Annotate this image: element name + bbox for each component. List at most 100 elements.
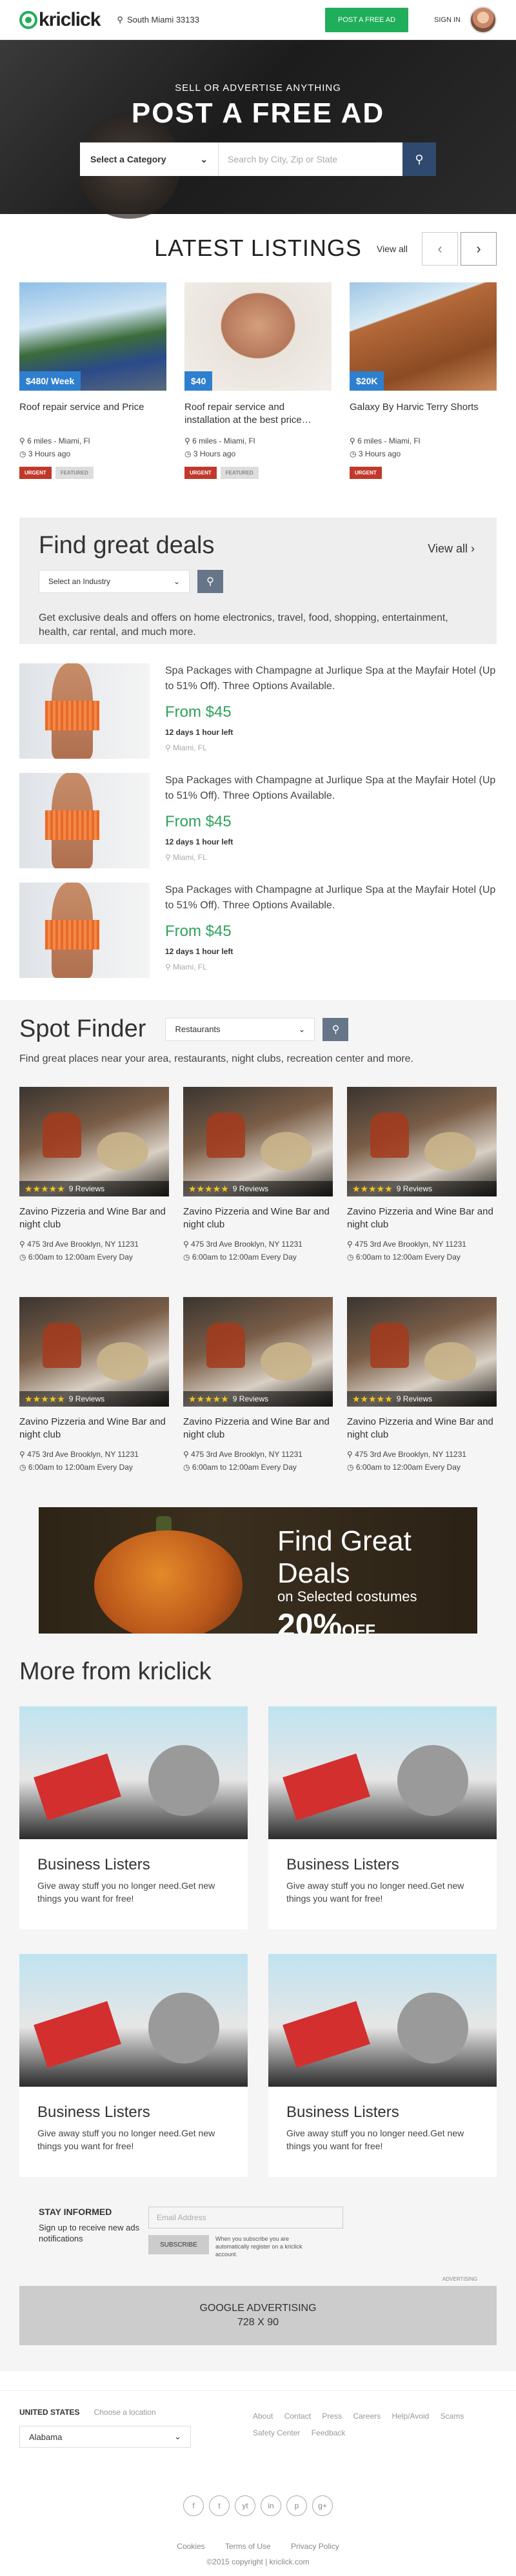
place-image: ★★★★★ 9 Reviews bbox=[19, 1087, 169, 1196]
footer-link-contact[interactable]: Contact bbox=[284, 2412, 311, 2421]
state-select[interactable]: Alabama ⌄ bbox=[19, 2426, 191, 2448]
business-card[interactable]: Business Listers Give away stuff you no … bbox=[268, 1706, 497, 1929]
deal-item[interactable]: Spa Packages with Champagne at Jurlique … bbox=[19, 663, 497, 759]
subscribe-button[interactable]: SUBSCRIBE bbox=[148, 2235, 209, 2254]
place-address: 475 3rd Ave Brooklyn, NY 11231 bbox=[191, 1240, 303, 1249]
email-field[interactable]: Email Address bbox=[148, 2207, 343, 2229]
location-selector[interactable]: ⚲ South Miami 33133 bbox=[117, 15, 199, 25]
industry-select[interactable]: Select an Industry ⌄ bbox=[39, 570, 190, 593]
linkedin-icon[interactable]: in bbox=[261, 2495, 281, 2516]
place-name[interactable]: Zavino Pizzeria and Wine Bar and night c… bbox=[183, 1416, 333, 1441]
deal-info: Spa Packages with Champagne at Jurlique … bbox=[165, 883, 497, 978]
listing-title[interactable]: Galaxy By Harvic Terry Shorts bbox=[350, 401, 497, 427]
deal-price: From $45 bbox=[165, 813, 232, 830]
place-address: 475 3rd Ave Brooklyn, NY 11231 bbox=[27, 1240, 139, 1249]
place-hours: 6:00am to 12:00am Every Day bbox=[28, 1463, 133, 1472]
choose-location-link[interactable]: Choose a location bbox=[94, 2408, 156, 2417]
newsletter-title: STAY INFORMED bbox=[39, 2207, 112, 2217]
footer-link-safety[interactable]: Safety Center bbox=[253, 2428, 300, 2437]
star-rating-icon: ★★★★★ bbox=[352, 1183, 393, 1194]
pinterest-icon[interactable]: p bbox=[286, 2495, 307, 2516]
place-card[interactable]: ★★★★★ 9 Reviews Zavino Pizzeria and Wine … bbox=[19, 1087, 169, 1264]
deal-title[interactable]: Spa Packages with Champagne at Jurlique … bbox=[165, 773, 497, 804]
listing-title[interactable]: Roof repair service and installation at … bbox=[184, 401, 332, 427]
place-review-count: 9 Reviews bbox=[68, 1184, 105, 1193]
place-name[interactable]: Zavino Pizzeria and Wine Bar and night c… bbox=[19, 1416, 169, 1441]
site-footer: UNITED STATES Choose a location Alabama … bbox=[0, 2390, 516, 2576]
prev-arrow-button[interactable]: ‹ bbox=[422, 232, 458, 266]
deal-price: From $45 bbox=[165, 703, 232, 721]
latest-view-all-link[interactable]: View all bbox=[377, 244, 408, 254]
business-title[interactable]: Business Listers bbox=[286, 1856, 479, 1874]
deal-item[interactable]: Spa Packages with Champagne at Jurlique … bbox=[19, 883, 497, 978]
chevron-right-icon: › bbox=[471, 542, 475, 555]
spot-finder-header: Spot Finder Restaurants ⌄ ⚲ bbox=[19, 1015, 497, 1043]
logo[interactable]: kriclick bbox=[19, 9, 101, 31]
listing-card[interactable]: $40 Roof repair service and installation… bbox=[184, 282, 332, 479]
search-button[interactable]: ⚲ bbox=[402, 142, 436, 176]
clock-icon: ◷ bbox=[184, 449, 194, 458]
sign-in-link[interactable]: SIGN IN bbox=[434, 16, 461, 24]
spot-finder-section: Spot Finder Restaurants ⌄ ⚲ Find great p… bbox=[0, 1000, 516, 1654]
footer-link-about[interactable]: About bbox=[253, 2412, 273, 2421]
business-desc: Give away stuff you no longer need.Get n… bbox=[37, 1880, 215, 1904]
footer-link-press[interactable]: Press bbox=[322, 2412, 342, 2421]
ad-text: GOOGLE ADVERTISING bbox=[199, 2303, 317, 2314]
spot-search-button[interactable]: ⚲ bbox=[322, 1017, 349, 1041]
place-name[interactable]: Zavino Pizzeria and Wine Bar and night c… bbox=[183, 1205, 333, 1231]
footer-link-careers[interactable]: Careers bbox=[353, 2412, 381, 2421]
business-title[interactable]: Business Listers bbox=[286, 2103, 479, 2122]
terms-link[interactable]: Terms of Use bbox=[225, 2542, 271, 2551]
deal-item[interactable]: Spa Packages with Champagne at Jurlique … bbox=[19, 773, 497, 868]
listing-card[interactable]: $480/ Week Roof repair service and Price… bbox=[19, 282, 166, 479]
place-image: ★★★★★ 9 Reviews bbox=[347, 1087, 497, 1196]
cookies-link[interactable]: Cookies bbox=[177, 2542, 204, 2551]
deals-view-all-link[interactable]: View all › bbox=[428, 542, 475, 556]
deal-title[interactable]: Spa Packages with Champagne at Jurlique … bbox=[165, 883, 497, 913]
business-title[interactable]: Business Listers bbox=[37, 1856, 230, 1874]
privacy-link[interactable]: Privacy Policy bbox=[291, 2542, 339, 2551]
place-card[interactable]: ★★★★★ 9 Reviews Zavino Pizzeria and Wine … bbox=[183, 1297, 333, 1474]
place-name[interactable]: Zavino Pizzeria and Wine Bar and night c… bbox=[19, 1205, 169, 1231]
footer-link-scams[interactable]: Scams bbox=[441, 2412, 464, 2421]
listing-card[interactable]: $20K Galaxy By Harvic Terry Shorts ⚲ 6 m… bbox=[350, 282, 497, 479]
more-from-title: More from kriclick bbox=[19, 1658, 212, 1685]
post-free-ad-button[interactable]: POST A FREE AD bbox=[324, 7, 409, 32]
place-name[interactable]: Zavino Pizzeria and Wine Bar and night c… bbox=[347, 1205, 497, 1231]
business-card[interactable]: Business Listers Give away stuff you no … bbox=[19, 1706, 248, 1929]
city-search-input[interactable]: Search by City, Zip or State bbox=[218, 142, 402, 176]
place-card[interactable]: ★★★★★ 9 Reviews Zavino Pizzeria and Wine … bbox=[183, 1087, 333, 1264]
business-body: Business Listers Give away stuff you no … bbox=[268, 1839, 497, 1922]
deal-price: From $45 bbox=[165, 922, 232, 940]
youtube-icon[interactable]: yt bbox=[235, 2495, 255, 2516]
promo-banner[interactable]: Find Great Deals on Selected costumes 20… bbox=[39, 1507, 477, 1634]
facebook-icon[interactable]: f bbox=[183, 2495, 204, 2516]
star-rating-icon: ★★★★★ bbox=[25, 1393, 65, 1404]
business-title[interactable]: Business Listers bbox=[37, 2103, 230, 2122]
place-meta: ⚲ 475 3rd Ave Brooklyn, NY 11231 ◷ 6:00a… bbox=[19, 1238, 169, 1264]
next-arrow-button[interactable]: › bbox=[461, 232, 497, 266]
place-card[interactable]: ★★★★★ 9 Reviews Zavino Pizzeria and Wine … bbox=[19, 1297, 169, 1474]
place-name[interactable]: Zavino Pizzeria and Wine Bar and night c… bbox=[347, 1416, 497, 1441]
google-plus-icon[interactable]: g+ bbox=[312, 2495, 333, 2516]
clock-icon: ◷ bbox=[183, 1253, 192, 1262]
industry-search-button[interactable]: ⚲ bbox=[197, 570, 223, 593]
newsletter-actions: SUBSCRIBE When you subscribe you are aut… bbox=[148, 2235, 343, 2258]
avatar[interactable] bbox=[470, 6, 497, 34]
map-pin-icon: ⚲ bbox=[117, 14, 123, 24]
footer-link-feedback[interactable]: Feedback bbox=[312, 2428, 346, 2437]
twitter-icon[interactable]: t bbox=[209, 2495, 230, 2516]
category-select[interactable]: Select a Category ⌄ bbox=[80, 142, 218, 176]
place-card[interactable]: ★★★★★ 9 Reviews Zavino Pizzeria and Wine … bbox=[347, 1297, 497, 1474]
ad-slot[interactable]: GOOGLE ADVERTISING 728 X 90 bbox=[19, 2286, 497, 2345]
listing-meta: ⚲ 6 miles - Miami, Fl ◷ 3 Hours ago bbox=[19, 434, 166, 460]
spot-category-select[interactable]: Restaurants ⌄ bbox=[165, 1017, 315, 1041]
listing-title[interactable]: Roof repair service and Price bbox=[19, 401, 166, 427]
place-card[interactable]: ★★★★★ 9 Reviews Zavino Pizzeria and Wine … bbox=[347, 1087, 497, 1264]
deal-title[interactable]: Spa Packages with Champagne at Jurlique … bbox=[165, 663, 497, 694]
business-card[interactable]: Business Listers Give away stuff you no … bbox=[19, 1954, 248, 2177]
place-review-count: 9 Reviews bbox=[68, 1394, 105, 1403]
business-card[interactable]: Business Listers Give away stuff you no … bbox=[268, 1954, 497, 2177]
chevron-left-icon: ‹ bbox=[437, 240, 442, 257]
footer-link-help[interactable]: Help/Avoid bbox=[392, 2412, 429, 2421]
